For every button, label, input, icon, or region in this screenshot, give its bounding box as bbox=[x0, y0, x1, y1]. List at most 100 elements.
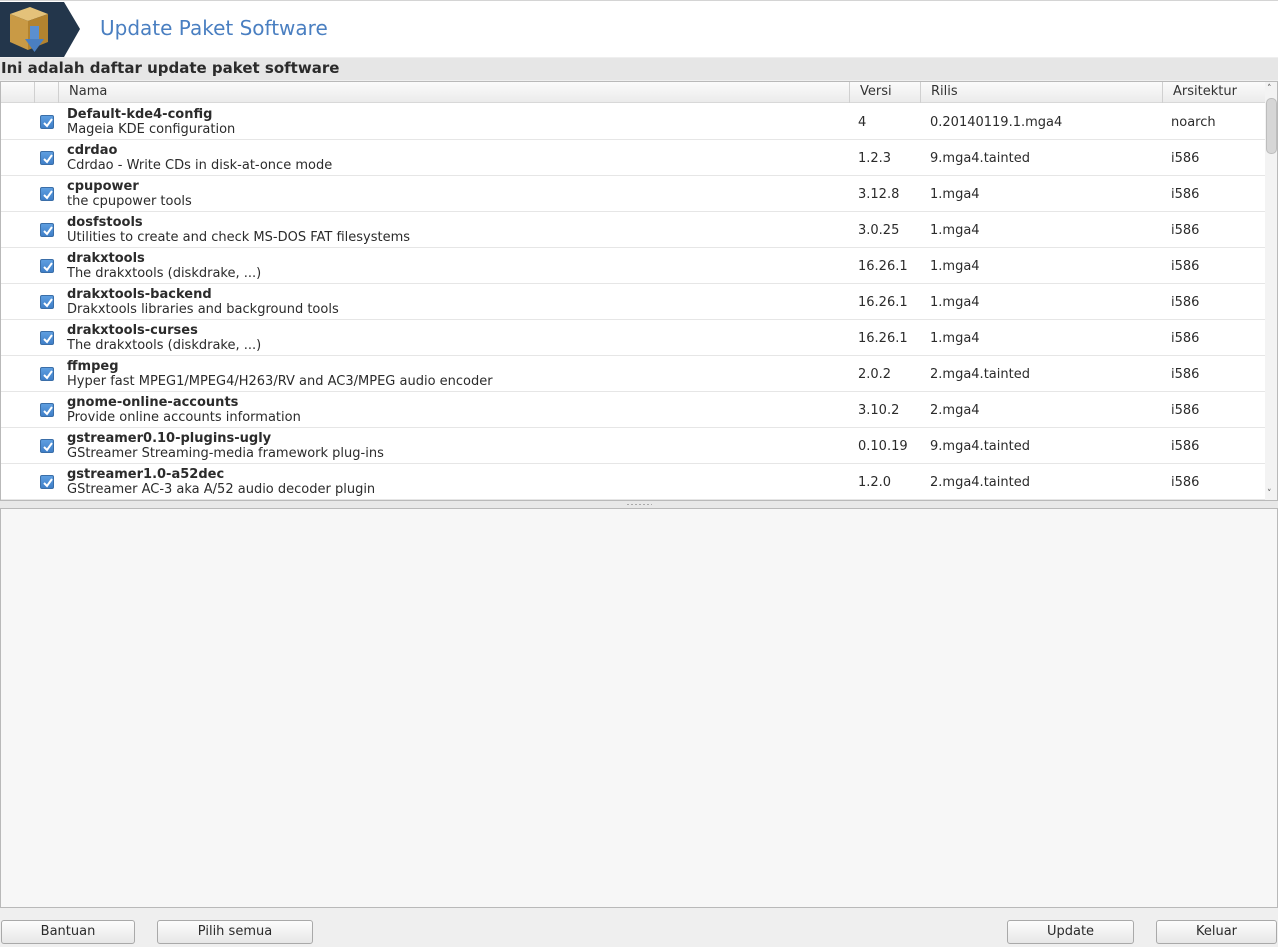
column-header-arch[interactable]: Arsitektur bbox=[1162, 82, 1265, 103]
package-version: 3.10.2 bbox=[858, 403, 900, 418]
package-description: The drakxtools (diskdrake, ...) bbox=[67, 338, 262, 353]
package-release: 1.mga4 bbox=[930, 331, 980, 346]
package-checkbox[interactable] bbox=[40, 115, 54, 129]
package-checkbox[interactable] bbox=[40, 331, 54, 345]
package-arch: i586 bbox=[1171, 259, 1200, 274]
column-header-release[interactable]: Rilis bbox=[920, 82, 1161, 103]
table-row[interactable]: gnome-online-accounts Provide online acco… bbox=[1, 392, 1265, 428]
table-row[interactable]: dosfstools Utilities to create and check … bbox=[1, 212, 1265, 248]
update-button[interactable]: Update bbox=[1007, 920, 1134, 944]
checkmark-icon bbox=[43, 370, 53, 380]
select-all-button[interactable]: Pilih semua bbox=[157, 920, 313, 944]
package-release: 9.mga4.tainted bbox=[930, 439, 1030, 454]
package-download-icon bbox=[0, 2, 80, 57]
package-release: 1.mga4 bbox=[930, 259, 980, 274]
table-row[interactable]: cdrdao Cdrdao - Write CDs in disk-at-once… bbox=[1, 140, 1265, 176]
scroll-down-icon[interactable]: ˅ bbox=[1267, 489, 1272, 499]
package-checkbox[interactable] bbox=[40, 151, 54, 165]
package-version: 1.2.0 bbox=[858, 475, 892, 490]
table-row[interactable]: cpupower the cpupower tools 3.12.8 1.mga4 i5… bbox=[1, 176, 1265, 212]
package-release: 0.20140119.1.mga4 bbox=[930, 115, 1063, 130]
package-release: 9.mga4.tainted bbox=[930, 151, 1030, 166]
checkmark-icon bbox=[43, 262, 53, 272]
table-row[interactable]: drakxtools The drakxtools (diskdrake, ...… bbox=[1, 248, 1265, 284]
checkmark-icon bbox=[43, 226, 53, 236]
column-header-check[interactable] bbox=[1, 82, 34, 103]
update-package-table[interactable]: Nama Versi Rilis Arsitektur Default-kde4… bbox=[0, 81, 1278, 501]
table-row[interactable]: ffmpeg Hyper fast MPEG1/MPEG4/H263/RV and… bbox=[1, 356, 1265, 392]
package-release: 1.mga4 bbox=[930, 187, 980, 202]
package-name: ffmpeg bbox=[67, 359, 119, 374]
table-row[interactable]: drakxtools-backend Drakxtools libraries a… bbox=[1, 284, 1265, 320]
splitter-grip-icon[interactable] bbox=[626, 503, 652, 506]
package-arch: i586 bbox=[1171, 367, 1200, 382]
checkmark-icon bbox=[43, 118, 53, 128]
package-name: gstreamer0.10-plugins-ugly bbox=[67, 431, 272, 446]
table-row[interactable]: Default-kde4-config Mageia KDE configurat… bbox=[1, 104, 1265, 140]
package-name: Default-kde4-config bbox=[67, 107, 213, 122]
package-arch: i586 bbox=[1171, 151, 1200, 166]
checkmark-icon bbox=[43, 478, 53, 488]
package-name: drakxtools bbox=[67, 251, 145, 266]
package-version: 16.26.1 bbox=[858, 295, 908, 310]
package-release: 2.mga4.tainted bbox=[930, 367, 1030, 382]
column-header-spacer bbox=[34, 82, 58, 103]
package-name: dosfstools bbox=[67, 215, 143, 230]
package-arch: i586 bbox=[1171, 295, 1200, 310]
package-checkbox[interactable] bbox=[40, 223, 54, 237]
table-row[interactable]: gstreamer1.0-a52dec GStreamer AC-3 aka A/… bbox=[1, 464, 1265, 500]
package-checkbox[interactable] bbox=[40, 187, 54, 201]
package-checkbox[interactable] bbox=[40, 295, 54, 309]
checkmark-icon bbox=[43, 442, 53, 452]
package-arch: i586 bbox=[1171, 439, 1200, 454]
checkmark-icon bbox=[43, 406, 53, 416]
scrollbar-thumb[interactable] bbox=[1266, 98, 1277, 154]
package-version: 2.0.2 bbox=[858, 367, 892, 382]
package-description: The drakxtools (diskdrake, ...) bbox=[67, 266, 262, 281]
table-row[interactable]: drakxtools-curses The drakxtools (diskdra… bbox=[1, 320, 1265, 356]
package-description: Cdrdao - Write CDs in disk-at-once mode bbox=[67, 158, 333, 173]
package-name: cpupower bbox=[67, 179, 139, 194]
header: Update Paket Software bbox=[0, 0, 1278, 57]
help-button[interactable]: Bantuan bbox=[1, 920, 135, 944]
package-arch: i586 bbox=[1171, 187, 1200, 202]
package-version: 16.26.1 bbox=[858, 331, 908, 346]
package-description: Provide online accounts information bbox=[67, 410, 301, 425]
package-name: gnome-online-accounts bbox=[67, 395, 239, 410]
package-checkbox[interactable] bbox=[40, 439, 54, 453]
table-body: Default-kde4-config Mageia KDE configurat… bbox=[1, 104, 1265, 500]
package-arch: i586 bbox=[1171, 223, 1200, 238]
package-description: Drakxtools libraries and background tool… bbox=[67, 302, 339, 317]
checkmark-icon bbox=[43, 298, 53, 308]
package-checkbox[interactable] bbox=[40, 367, 54, 381]
column-header-name[interactable]: Nama bbox=[58, 82, 848, 103]
package-version: 1.2.3 bbox=[858, 151, 892, 166]
package-name: gstreamer1.0-a52dec bbox=[67, 467, 225, 482]
package-checkbox[interactable] bbox=[40, 403, 54, 417]
package-description: the cpupower tools bbox=[67, 194, 192, 209]
package-arch: i586 bbox=[1171, 331, 1200, 346]
package-description: Hyper fast MPEG1/MPEG4/H263/RV and AC3/M… bbox=[67, 374, 493, 389]
package-detail-pane bbox=[0, 508, 1278, 908]
pane-splitter[interactable] bbox=[0, 501, 1278, 508]
package-version: 3.0.25 bbox=[858, 223, 900, 238]
package-version: 4 bbox=[858, 115, 867, 130]
package-version: 16.26.1 bbox=[858, 259, 908, 274]
package-description: GStreamer AC-3 aka A/52 audio decoder pl… bbox=[67, 482, 376, 497]
package-checkbox[interactable] bbox=[40, 259, 54, 273]
package-version: 3.12.8 bbox=[858, 187, 900, 202]
checkmark-icon bbox=[43, 190, 53, 200]
package-release: 2.mga4.tainted bbox=[930, 475, 1030, 490]
package-name: drakxtools-curses bbox=[67, 323, 198, 338]
column-header-version[interactable]: Versi bbox=[849, 82, 920, 103]
vertical-scrollbar[interactable]: ˄ ˅ bbox=[1265, 82, 1277, 500]
scroll-up-icon[interactable]: ˄ bbox=[1267, 84, 1272, 94]
table-row[interactable]: gstreamer0.10-plugins-ugly GStreamer Stre… bbox=[1, 428, 1265, 464]
list-description: Ini adalah daftar update paket software bbox=[0, 58, 1278, 80]
package-checkbox[interactable] bbox=[40, 475, 54, 489]
package-release: 2.mga4 bbox=[930, 403, 980, 418]
package-description: Mageia KDE configuration bbox=[67, 122, 236, 137]
quit-button[interactable]: Keluar bbox=[1156, 920, 1277, 944]
package-release: 1.mga4 bbox=[930, 295, 980, 310]
package-name: drakxtools-backend bbox=[67, 287, 212, 302]
